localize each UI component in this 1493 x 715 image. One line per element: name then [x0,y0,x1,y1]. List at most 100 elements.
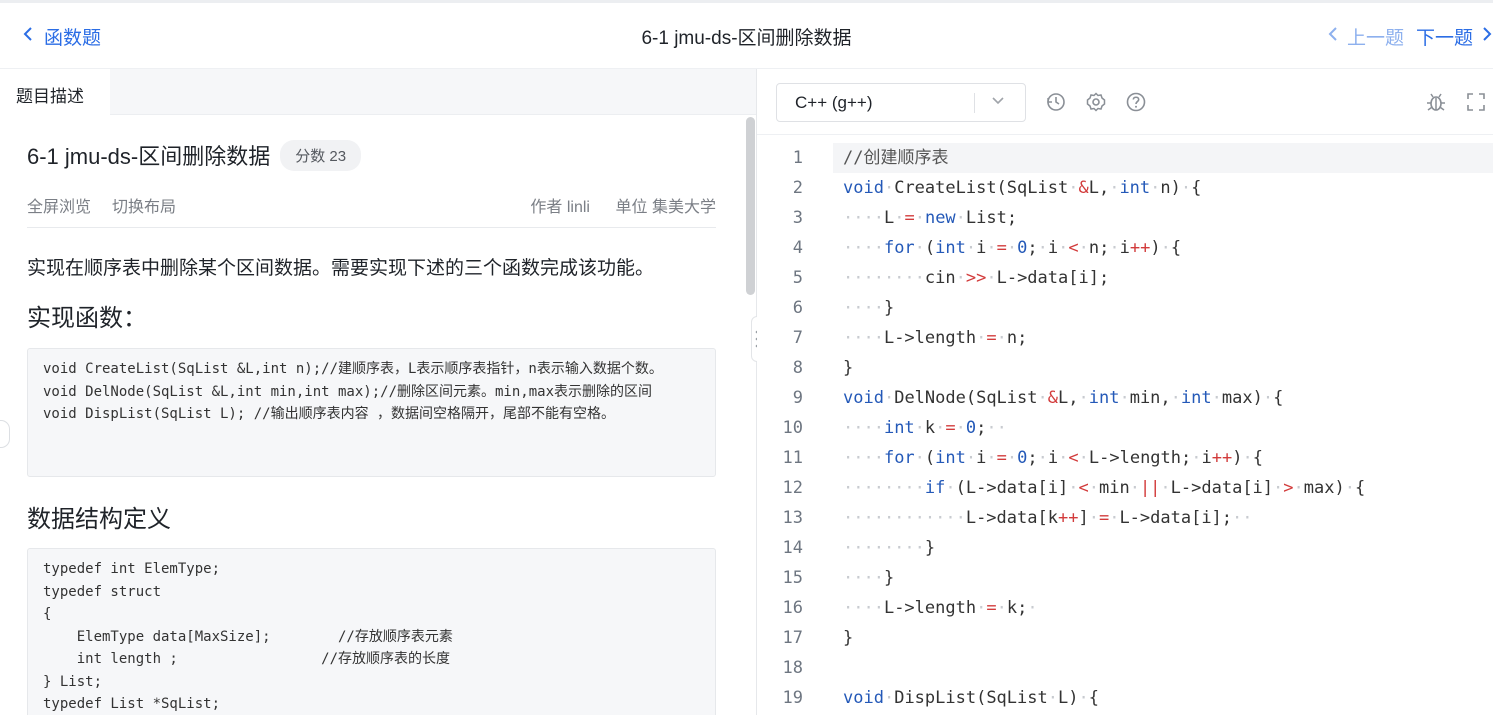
tab-strip: 题目描述 [0,69,756,115]
code-text[interactable]: } [833,623,1493,653]
code-line[interactable]: 1 //创建顺序表 [757,143,1493,173]
code-line[interactable]: 2 void·CreateList(SqList·&L,·int·n)·{ [757,173,1493,203]
code-text[interactable]: ········} [833,533,1493,563]
language-select[interactable]: C++ (g++) [776,83,1026,122]
help-icon[interactable] [1125,91,1147,113]
collapse-handle[interactable] [0,420,10,448]
fullscreen-view-link[interactable]: 全屏浏览 [27,193,91,217]
code-text[interactable]: ····for·(int·i·=·0;·i·<·L->length;·i++)·… [833,443,1493,473]
code-line[interactable]: 6 ····} [757,293,1493,323]
code-line: } List; [43,673,103,690]
problem-panel: 题目描述 6-1 jmu-ds-区间删除数据 分数 23 全屏浏览 切换布局 作… [0,69,757,715]
line-number: 19 [782,688,803,708]
line-number: 15 [782,568,803,588]
code-line[interactable]: 9 void·DelNode(SqList·&L,·int·min,·int·ma… [757,383,1493,413]
editor-panel: C++ (g++) 1 //创建顺序表 2 void·CreateList(SqLis… [757,69,1493,715]
unit-label: 单位 集美大学 [615,199,716,216]
top-bar: 函数题 6-1 jmu-ds-区间删除数据 上一题 下一题 [0,0,1493,69]
code-line[interactable]: 18 [757,653,1493,683]
history-icon[interactable] [1045,91,1067,113]
code-line[interactable]: 5 ········cin·>>·L->data[i]; [757,263,1493,293]
language-value: C++ (g++) [795,93,873,112]
code-line: typedef struct [43,583,162,600]
select-separator [974,93,975,113]
code-text[interactable]: void·DelNode(SqList·&L,·int·min,·int·max… [833,383,1493,413]
code-text[interactable]: ········cin·>>·L->data[i]; [833,263,1493,293]
line-number: 16 [782,598,803,618]
code-editor[interactable]: 1 //创建顺序表 2 void·CreateList(SqList·&L,·int·… [757,135,1493,715]
line-number: 3 [792,208,803,228]
problem-nav: 上一题 下一题 [1327,23,1493,50]
code-line: ElemType data[MaxSize]; //存放顺序表元素 [43,628,453,645]
code-text[interactable]: ····L->length·=·k;· [833,593,1493,623]
switch-layout-link[interactable]: 切换布局 [112,193,176,217]
problem-title-row: 6-1 jmu-ds-区间删除数据 分数 23 [27,139,362,171]
code-line[interactable]: 17} [757,623,1493,653]
code-line: void DispList(SqList L); //输出顺序表内容 ，数据间空… [43,406,616,422]
code-line[interactable]: 14 ········} [757,533,1493,563]
next-problem-button[interactable]: 下一题 [1416,23,1493,50]
problem-meta: 全屏浏览 切换布局 作者 linli 单位 集美大学 [27,193,716,219]
code-line[interactable]: 19 void·DispList(SqList·L)·{ [757,683,1493,713]
code-text[interactable]: ····int·k·=·0;·· [833,413,1493,443]
line-number: 13 [782,508,803,528]
chevron-left-icon [1327,26,1339,48]
score-badge: 分数 23 [280,139,362,171]
code-text[interactable]: ····L·=·new·List; [833,203,1493,233]
prev-label: 上一题 [1346,28,1404,49]
code-text[interactable]: void·CreateList(SqList·&L,·int·n)·{ [833,173,1493,203]
code-text[interactable]: ····} [833,563,1493,593]
code-line[interactable]: 3 ····L·=·new·List; [757,203,1493,233]
problem-description: 实现在顺序表中删除某个区间数据。需要实现下述的三个函数完成该功能。 [27,258,655,279]
fullscreen-icon[interactable] [1465,91,1487,113]
author-label: 作者 linli [530,199,590,216]
code-line: void DelNode(SqList &L,int min,int max);… [43,383,653,400]
line-number: 14 [782,538,803,558]
prev-problem-button[interactable]: 上一题 [1327,23,1404,50]
code-line[interactable]: 13 ············L->data[k++]·=·L->data[i];… [757,503,1493,533]
code-line[interactable]: 7 ····L->length·=·n; [757,323,1493,353]
impl-heading: 实现函数： [27,305,147,332]
chevron-right-icon [1481,26,1493,48]
line-number: 1 [792,148,803,168]
code-line: int length ; //存放顺序表的长度 [43,651,451,667]
code-text[interactable]: ····L->length·=·n; [833,323,1493,353]
code-text[interactable]: } [833,353,1493,383]
tab-description[interactable]: 题目描述 [0,69,110,115]
ds-heading: 数据结构定义 [27,506,171,533]
line-number: 7 [792,328,803,348]
code-text[interactable]: ········if·(L->data[i]·<·min·||·L->data[… [833,473,1493,503]
code-text[interactable]: ····} [833,293,1493,323]
code-line[interactable]: 10 ····int·k·=·0;·· [757,413,1493,443]
line-number: 2 [792,178,803,198]
code-text[interactable]: //创建顺序表 [833,143,1493,173]
scrollbar-thumb[interactable] [746,117,755,295]
code-text[interactable]: ············L->data[k++]·=·L->data[i];·· [833,503,1493,533]
debug-icon[interactable] [1425,91,1447,113]
line-number: 4 [792,238,803,258]
line-number: 11 [782,448,803,468]
editor-toolbar: C++ (g++) [757,69,1493,135]
line-number: 6 [792,298,803,318]
line-number: 12 [782,478,803,498]
code-line: typedef int ElemType; [43,561,221,577]
code-line[interactable]: 8} [757,353,1493,383]
code-line[interactable]: 11 ····for·(int·i·=·0;·i·<·L->length;·i++… [757,443,1493,473]
impl-code-block: void CreateList(SqList &L,int n);//建顺序表，… [27,348,716,477]
line-number: 8 [792,358,803,378]
code-line[interactable]: 12 ········if·(L->data[i]·<·min·||·L->dat… [757,473,1493,503]
code-text[interactable]: ····for·(int·i·=·0;·i·<·n;·i++)·{ [833,233,1493,263]
settings-icon[interactable] [1085,91,1107,113]
code-line[interactable]: 4 ····for·(int·i·=·0;·i·<·n;·i++)·{ [757,233,1493,263]
line-number: 5 [792,268,803,288]
code-line: typedef List *SqList; [43,696,221,712]
code-line[interactable]: 16 ····L->length·=·k;· [757,593,1493,623]
line-number: 18 [782,658,803,678]
chevron-down-icon [991,91,1005,114]
line-number: 17 [782,628,803,648]
page-title: 6-1 jmu-ds-区间删除数据 [641,28,852,49]
code-line[interactable]: 15 ····} [757,563,1493,593]
ds-code-block: typedef int ElemType; typedef struct { Ele… [27,548,716,715]
code-text[interactable]: void·DispList(SqList·L)·{ [833,683,1493,713]
next-label: 下一题 [1415,28,1473,49]
